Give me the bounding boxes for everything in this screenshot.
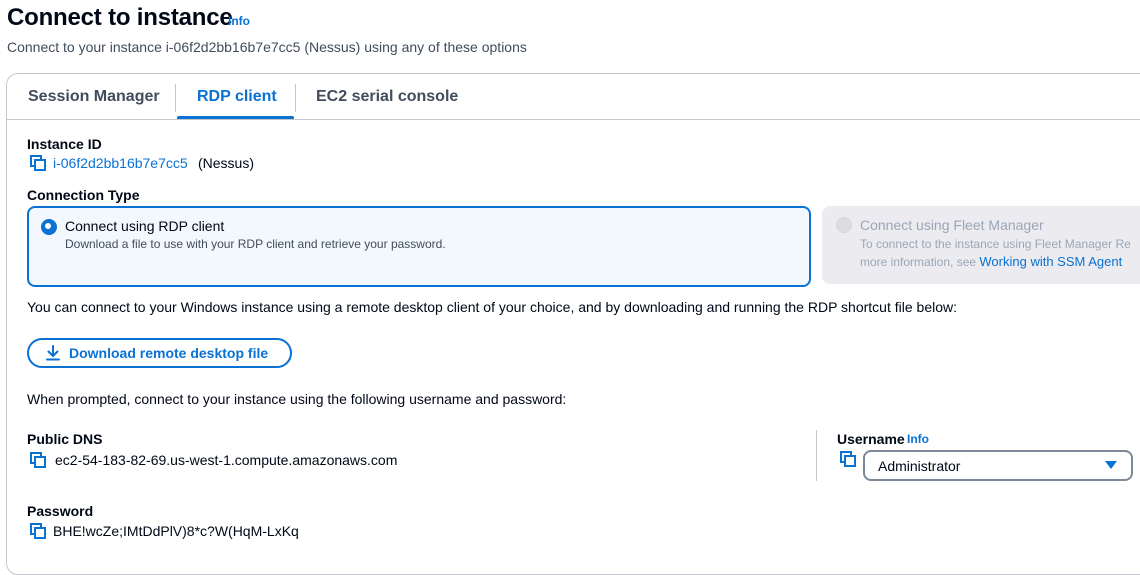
connection-option-fleet-manager: Connect using Fleet Manager To connect t… [822,206,1140,284]
option-description: Download a file to use with your RDP cli… [65,237,446,251]
tab-rdp-client[interactable]: RDP client [197,88,277,106]
page-subtitle: Connect to your instance i-06f2d2bb16b7e… [7,39,527,55]
username-label: Username [837,431,905,447]
connect-panel [6,73,1140,575]
instance-id-link[interactable]: i-06f2d2bb16b7e7cc5 [53,155,188,171]
copy-icon[interactable] [30,155,46,171]
public-dns-value: ec2-54-183-82-69.us-west-1.compute.amazo… [55,452,398,468]
option-title: Connect using RDP client [65,218,225,234]
option-description: To connect to the instance using Fleet M… [860,237,1131,251]
connection-option-rdp[interactable]: Connect using RDP client Download a file… [27,206,811,287]
title-info-link[interactable]: Info [228,14,250,28]
credentials-prompt: When prompted, connect to your instance … [27,391,567,407]
password-value: BHE!wcZe;IMtDdPlV)8*c?W(HqM-LxKq [53,523,299,539]
download-icon [46,345,60,361]
option-description-more: more information, see Working with SSM A… [860,254,1122,269]
radio-selected[interactable] [41,219,57,235]
password-label: Password [27,503,94,519]
copy-icon[interactable] [30,523,46,539]
copy-icon[interactable] [840,451,856,467]
instance-id-label: Instance ID [27,136,102,152]
option-description-prefix: more information, see [860,255,980,269]
public-dns-label: Public DNS [27,431,103,447]
tab-ec2-serial-console[interactable]: EC2 serial console [316,88,458,106]
rdp-description: You can connect to your Windows instance… [27,299,958,315]
radio-disabled [836,217,852,233]
copy-icon[interactable] [30,452,46,468]
option-title: Connect using Fleet Manager [860,217,1044,233]
instance-name: (Nessus) [198,155,255,171]
tab-separator [175,84,176,112]
ssm-agent-link[interactable]: Working with SSM Agent [979,254,1122,269]
username-selected-value: Administrator [878,458,961,474]
username-select[interactable]: Administrator [863,450,1133,481]
tab-session-manager[interactable]: Session Manager [28,88,160,106]
page-title: Connect to instance [7,4,233,31]
column-divider [816,430,817,481]
tab-divider [7,119,1140,120]
username-info-link[interactable]: Info [907,432,929,446]
caret-down-icon [1105,461,1117,469]
tab-separator [295,84,296,112]
connection-type-label: Connection Type [27,187,140,203]
download-button-label: Download remote desktop file [69,345,269,361]
download-remote-desktop-file-button[interactable]: Download remote desktop file [27,338,292,368]
